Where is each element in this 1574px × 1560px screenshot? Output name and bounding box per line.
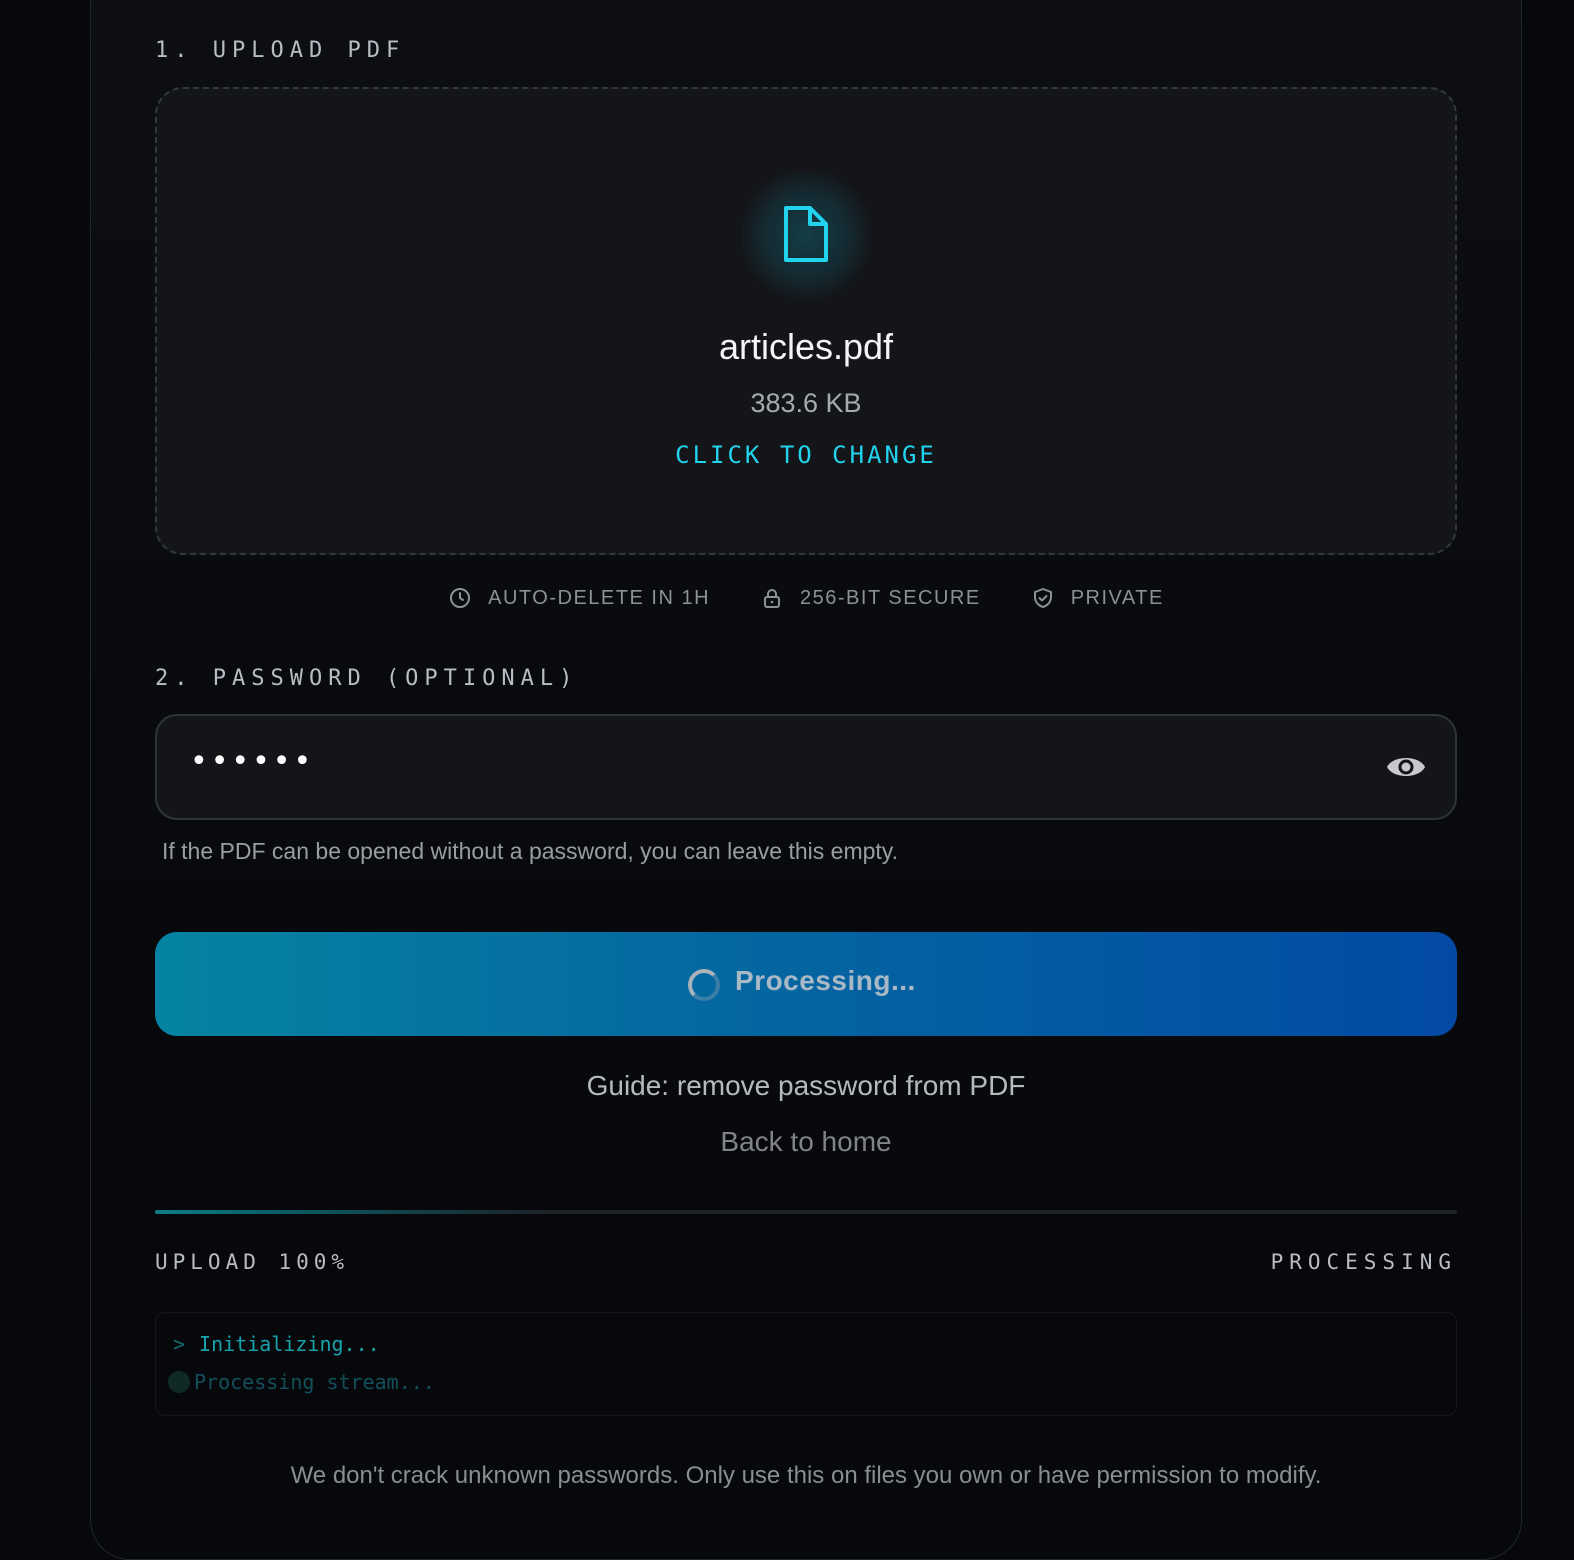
- badge-label: 256-BIT SECURE: [800, 586, 981, 609]
- shield-icon: [1033, 588, 1052, 608]
- password-section-label: 2. PASSWORD (OPTIONAL): [155, 666, 579, 691]
- badge-label: AUTO-DELETE IN 1H: [488, 586, 711, 609]
- pdf-dropzone[interactable]: [155, 87, 1457, 555]
- security-badges: AUTO-DELETE IN 1H 256-BIT SECURE PRIVATE: [155, 586, 1457, 610]
- clock-icon: [450, 588, 471, 608]
- back-home-link[interactable]: Back to home: [155, 1126, 1457, 1158]
- log-text: Processing stream...: [194, 1370, 435, 1394]
- password-value: ••••••: [190, 744, 315, 779]
- status-dot-icon: [168, 1371, 190, 1393]
- change-file-link[interactable]: CLICK TO CHANGE: [155, 441, 1457, 469]
- badge-label: PRIVATE: [1070, 586, 1164, 609]
- disclaimer-text: We don't crack unknown passwords. Only u…: [290, 1462, 1322, 1489]
- badge-auto-delete: AUTO-DELETE IN 1H: [448, 586, 710, 610]
- prompt-symbol: >: [173, 1332, 186, 1356]
- process-button-label: Processing...: [735, 965, 916, 996]
- badge-private: PRIVATE: [1031, 586, 1164, 610]
- file-size: 383.6 KB: [750, 388, 862, 418]
- badge-secure: 256-BIT SECURE: [760, 586, 981, 610]
- progress-fill: [155, 1210, 546, 1214]
- password-hint: If the PDF can be opened without a passw…: [162, 838, 898, 864]
- guide-link[interactable]: Guide: remove password from PDF: [155, 1070, 1457, 1102]
- log-line: Processing stream...: [168, 1370, 435, 1394]
- password-input[interactable]: [155, 714, 1457, 820]
- processing-status: PROCESSING: [1270, 1250, 1457, 1274]
- upload-section-label: 1. UPLOAD PDF: [155, 38, 406, 63]
- file-icon: [784, 206, 828, 262]
- log-console: [155, 1312, 1457, 1416]
- lock-icon: [764, 589, 781, 608]
- file-name: articles.pdf: [718, 326, 894, 367]
- log-line: > Initializing...: [173, 1332, 380, 1356]
- eye-icon[interactable]: [1385, 748, 1427, 786]
- upload-status: UPLOAD 100%: [155, 1250, 350, 1274]
- spinner-icon: [688, 969, 720, 1001]
- log-text: Initializing...: [199, 1332, 380, 1356]
